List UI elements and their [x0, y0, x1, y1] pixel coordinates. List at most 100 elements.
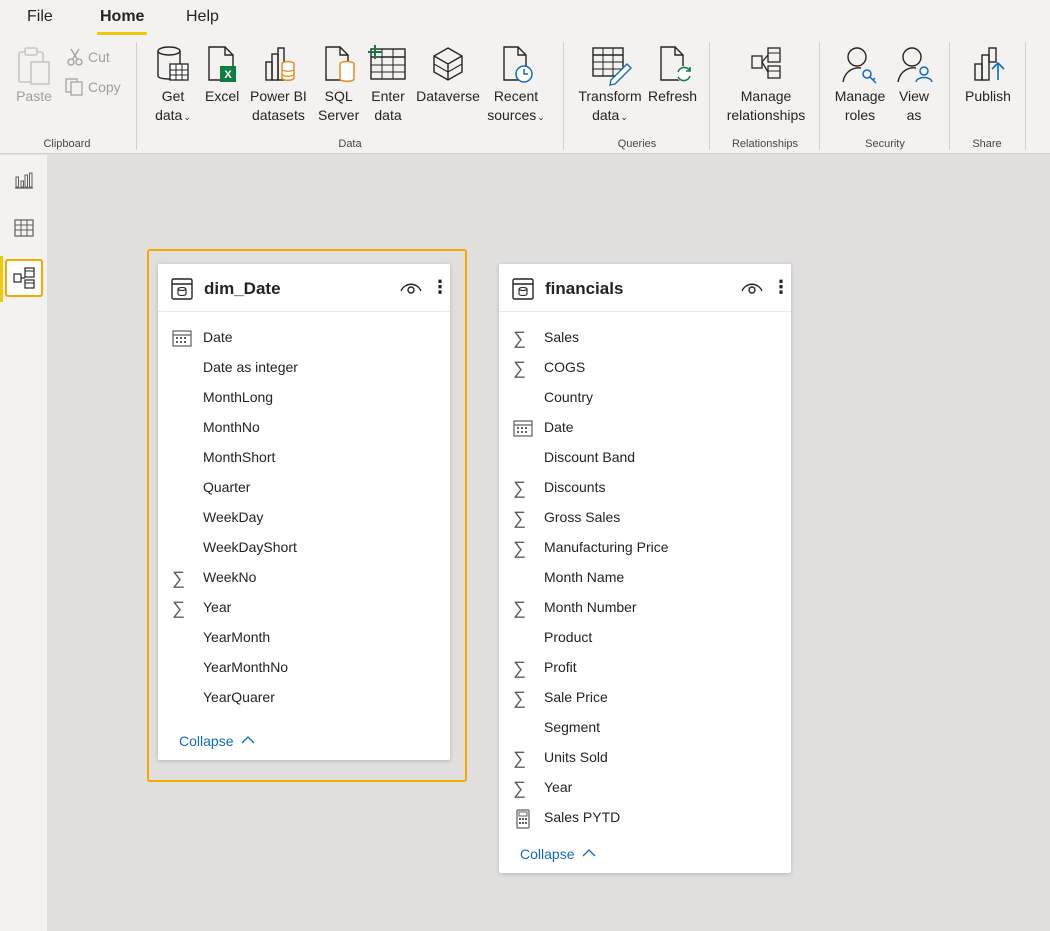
field-row[interactable]: ∑ Year — [499, 773, 791, 803]
field-row[interactable]: ∑ Year — [158, 593, 450, 623]
more-options-icon[interactable]: ⋮ — [431, 278, 449, 296]
data-view-button[interactable] — [5, 209, 43, 247]
field-row[interactable]: ∑ Gross Sales — [499, 503, 791, 533]
separator — [136, 42, 137, 150]
dataverse-button[interactable]: Dataverse — [416, 44, 480, 106]
field-row[interactable]: YearQuarer — [158, 683, 450, 713]
collapse-button[interactable]: Collapse — [520, 846, 574, 862]
manage-roles-button[interactable]: Manage roles — [833, 44, 887, 125]
table-card-dim-date[interactable]: dim_Date ⋮ Date Date as integer MonthLong M… — [158, 264, 450, 760]
power-bi-datasets-icon — [265, 47, 296, 81]
excel-button[interactable]: X Excel — [205, 44, 239, 106]
field-row[interactable]: Country — [499, 383, 791, 413]
field-name: Profit — [544, 659, 577, 675]
field-row[interactable]: ∑ Units Sold — [499, 743, 791, 773]
field-row[interactable]: MonthLong — [158, 383, 450, 413]
publish-button[interactable]: Publish — [962, 44, 1014, 106]
field-name: YearMonthNo — [203, 659, 289, 675]
field-row[interactable]: ∑ Sales — [499, 323, 791, 353]
field-row[interactable]: ∑ Sale Price — [499, 683, 791, 713]
report-view-button[interactable] — [5, 161, 43, 199]
table-card-header[interactable]: dim_Date ⋮ — [158, 264, 450, 312]
sigma-icon: ∑ — [172, 568, 185, 588]
paste-button[interactable]: Paste — [15, 46, 53, 106]
recent-sources-icon — [503, 46, 533, 83]
get-data-label-2: data⌄ — [155, 105, 191, 127]
field-row[interactable]: ∑ Month Number — [499, 593, 791, 623]
field-name: Manufacturing Price — [544, 539, 669, 555]
eye-icon[interactable] — [741, 281, 763, 295]
field-row[interactable]: ∑ Manufacturing Price — [499, 533, 791, 563]
field-row[interactable]: Month Name — [499, 563, 791, 593]
get-data-button[interactable]: Get data⌄ — [154, 44, 192, 127]
field-name: Date — [544, 419, 574, 435]
chevron-up-icon[interactable] — [241, 735, 255, 745]
paste-icon — [18, 47, 50, 85]
transform-data-icon — [592, 47, 632, 86]
field-row[interactable]: ∑ WeekNo — [158, 563, 450, 593]
field-row[interactable]: Sales PYTD — [499, 803, 791, 833]
field-name: Date — [203, 329, 233, 345]
separator — [949, 42, 950, 150]
field-row[interactable]: YearMonth — [158, 623, 450, 653]
power-bi-datasets-button[interactable]: Power BI datasets — [250, 44, 307, 125]
field-row[interactable]: ∑ Discounts — [499, 473, 791, 503]
view-as-button[interactable]: View as — [892, 44, 936, 125]
field-row[interactable]: ∑ Profit — [499, 653, 791, 683]
table-card-financials[interactable]: financials ⋮ ∑ Sales ∑ COGS Country Date Disco… — [499, 264, 791, 873]
power-bi-label-2: datasets — [251, 107, 305, 123]
calculator-icon — [513, 809, 533, 829]
more-options-icon[interactable]: ⋮ — [772, 278, 790, 296]
field-row[interactable]: Date — [499, 413, 791, 443]
field-name: Month Number — [544, 599, 637, 615]
chevron-up-icon[interactable] — [582, 848, 596, 858]
publish-icon — [974, 47, 1005, 81]
field-name: YearMonth — [203, 629, 271, 645]
copy-icon — [65, 78, 83, 96]
publish-label: Publish — [965, 88, 1011, 104]
enter-data-button[interactable]: Enter data — [367, 44, 409, 125]
table-icon — [512, 278, 534, 300]
get-data-label-text: data — [155, 107, 183, 123]
table-title: dim_Date — [204, 279, 281, 298]
field-name: MonthShort — [203, 449, 276, 465]
field-row[interactable]: WeekDay — [158, 503, 450, 533]
refresh-button[interactable]: Refresh — [648, 44, 697, 106]
sigma-icon: ∑ — [513, 778, 526, 798]
copy-button[interactable]: Copy — [64, 78, 121, 96]
sigma-icon: ∑ — [513, 598, 526, 618]
field-row[interactable]: Product — [499, 623, 791, 653]
enter-data-icon — [368, 45, 406, 80]
manage-relationships-button[interactable]: Manage relationships — [724, 44, 808, 125]
group-label-clipboard: Clipboard — [43, 138, 91, 150]
sigma-icon: ∑ — [513, 358, 526, 378]
tab-home[interactable]: Home — [96, 8, 148, 35]
calendar-icon — [513, 419, 533, 437]
table-icon — [14, 219, 34, 237]
field-row[interactable]: ∑ COGS — [499, 353, 791, 383]
menu-bar: File Home Help — [0, 0, 1050, 38]
tab-help[interactable]: Help — [186, 8, 219, 26]
field-row[interactable]: YearMonthNo — [158, 653, 450, 683]
transform-data-button[interactable]: Transform data⌄ — [577, 44, 643, 127]
field-row[interactable]: MonthNo — [158, 413, 450, 443]
table-card-header[interactable]: financials ⋮ — [499, 264, 791, 312]
field-name: MonthNo — [203, 419, 260, 435]
model-view-button[interactable] — [5, 259, 43, 297]
field-row[interactable]: Quarter — [158, 473, 450, 503]
field-row[interactable]: WeekDayShort — [158, 533, 450, 563]
group-label-data: Data — [338, 138, 362, 150]
field-row[interactable]: Date — [158, 323, 450, 353]
field-row[interactable]: Discount Band — [499, 443, 791, 473]
tab-file[interactable]: File — [27, 8, 53, 26]
separator — [709, 42, 710, 150]
field-row[interactable]: Segment — [499, 713, 791, 743]
cut-button[interactable]: Cut — [66, 48, 110, 66]
recent-sources-button[interactable]: Recent sources⌄ — [486, 44, 546, 127]
field-row[interactable]: MonthShort — [158, 443, 450, 473]
collapse-button[interactable]: Collapse — [179, 733, 233, 749]
field-row[interactable]: Date as integer — [158, 353, 450, 383]
sql-server-button[interactable]: SQL Server — [318, 44, 359, 125]
dataverse-label: Dataverse — [416, 88, 480, 104]
eye-icon[interactable] — [400, 281, 422, 295]
